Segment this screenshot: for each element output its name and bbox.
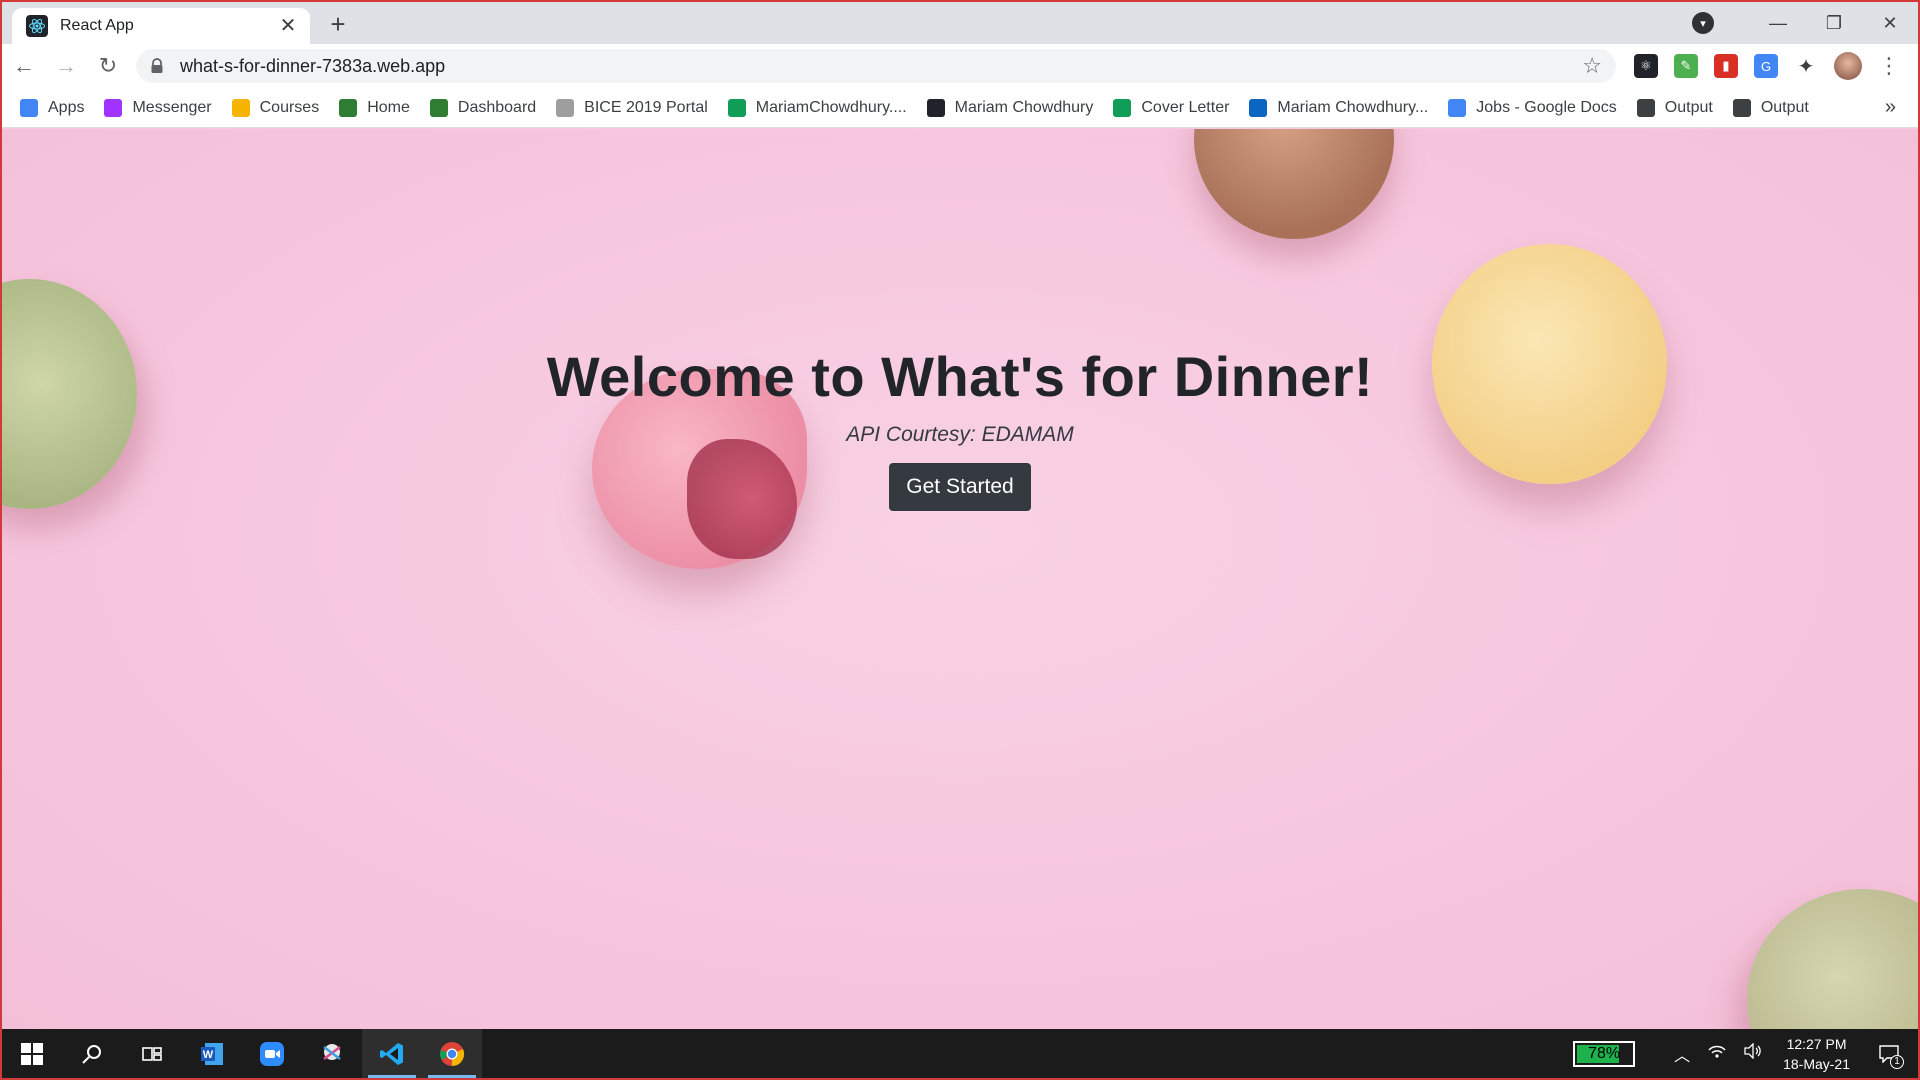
- page-title: Welcome to What's for Dinner!: [546, 345, 1374, 408]
- windows-taskbar: W 78% ︿ 12:27 PM 18-May-21 1: [2, 1029, 1918, 1078]
- notification-count: 1: [1890, 1054, 1904, 1069]
- globe-icon: [1732, 98, 1751, 117]
- get-started-button[interactable]: Get Started: [889, 463, 1031, 511]
- extensions-area: ⚛ ✎ ▮ G ✦ ⋮: [1634, 52, 1900, 80]
- bookmark-item[interactable]: Messenger: [104, 98, 212, 117]
- bookmark-item[interactable]: Home: [339, 98, 410, 117]
- tab-title: React App: [60, 17, 134, 34]
- system-tray: 78% ︿ 12:27 PM 18-May-21 1: [1573, 1029, 1918, 1078]
- window-controls: ▾ — ❐ ✕: [1692, 2, 1918, 44]
- google-drive-icon: [1113, 98, 1132, 117]
- bookmark-label: MariamChowdhury....: [755, 98, 907, 116]
- svg-text:W: W: [203, 1049, 214, 1061]
- bookmark-item[interactable]: Dashboard: [429, 98, 537, 117]
- volume-icon[interactable]: [1744, 1042, 1762, 1064]
- close-window-button[interactable]: ✕: [1862, 2, 1918, 44]
- bookmark-label: Messenger: [132, 98, 212, 116]
- shield-icon: [429, 98, 448, 117]
- battery-indicator[interactable]: 78%: [1573, 1040, 1636, 1067]
- api-credit-text: API Courtesy: EDAMAM: [846, 423, 1074, 446]
- puzzle-extensions-icon[interactable]: ✦: [1794, 54, 1818, 78]
- bookmark-label: Apps: [48, 98, 85, 116]
- bookmark-label: Jobs - Google Docs: [1476, 98, 1617, 116]
- bookmark-label: BICE 2019 Portal: [584, 98, 708, 116]
- bookmark-item[interactable]: Output: [1732, 98, 1809, 117]
- hero-section: Welcome to What's for Dinner! API Courte…: [2, 344, 1918, 511]
- google-drive-icon: [727, 98, 746, 117]
- react-devtools-icon[interactable]: ⚛: [1634, 54, 1658, 78]
- word-icon[interactable]: W: [182, 1029, 242, 1078]
- clock-date: 18-May-21: [1783, 1055, 1850, 1072]
- bookmark-label: Mariam Chowdhury...: [1277, 98, 1429, 116]
- bookmark-item[interactable]: Output: [1636, 98, 1713, 117]
- bookmark-label: Dashboard: [457, 98, 537, 116]
- reload-button[interactable]: ↻: [88, 46, 128, 86]
- search-icon[interactable]: [62, 1029, 122, 1078]
- screen: React App ✕ + ▾ — ❐ ✕ ← → ↻ what-s-for-d…: [0, 0, 1920, 1080]
- page-content: Welcome to What's for Dinner! API Courte…: [2, 129, 1918, 1031]
- snipping-tool-icon[interactable]: [302, 1029, 362, 1078]
- address-bar[interactable]: what-s-for-dinner-7383a.web.app ☆: [136, 49, 1616, 83]
- browser-toolbar: ← → ↻ what-s-for-dinner-7383a.web.app ☆ …: [2, 44, 1918, 88]
- notifications-icon[interactable]: 1: [1872, 1037, 1906, 1071]
- bookmark-label: Cover Letter: [1141, 98, 1230, 116]
- bookmark-item[interactable]: MariamChowdhury....: [727, 98, 907, 117]
- bookmark-star-icon[interactable]: ☆: [1582, 53, 1602, 79]
- linkedin-icon: [1249, 98, 1268, 117]
- apps-grid-icon: [20, 98, 38, 117]
- vscode-icon[interactable]: [362, 1029, 422, 1078]
- macaron-image: [1194, 129, 1394, 239]
- bookmark-label: Output: [1760, 98, 1809, 116]
- classroom-icon: [231, 98, 250, 117]
- translate-extension-icon[interactable]: G: [1754, 54, 1778, 78]
- new-tab-button[interactable]: +: [320, 6, 356, 42]
- shield-icon: [339, 98, 358, 117]
- bookmark-label: Mariam Chowdhury: [954, 98, 1094, 116]
- bookmark-item[interactable]: BICE 2019 Portal: [556, 98, 708, 117]
- battery-percent: 78%: [1588, 1044, 1621, 1062]
- react-icon: [926, 98, 945, 117]
- react-icon: [26, 15, 48, 37]
- clock-time: 12:27 PM: [1786, 1035, 1847, 1052]
- chevron-down-icon[interactable]: ▾: [1692, 12, 1714, 34]
- zoom-icon[interactable]: [242, 1029, 302, 1078]
- forward-button[interactable]: →: [46, 46, 86, 86]
- url-text[interactable]: what-s-for-dinner-7383a.web.app: [180, 56, 1582, 77]
- chrome-icon[interactable]: [422, 1029, 482, 1078]
- bookmark-item[interactable]: Apps: [20, 98, 85, 117]
- bookmark-label: Courses: [259, 98, 320, 116]
- bookmark-item[interactable]: Jobs - Google Docs: [1448, 98, 1617, 117]
- google-docs-icon: [1448, 98, 1467, 117]
- profile-avatar[interactable]: [1834, 52, 1862, 80]
- tab-strip: React App ✕ + ▾ — ❐ ✕: [2, 2, 1918, 44]
- chevron-up-icon[interactable]: ︿: [1674, 1042, 1690, 1066]
- browser-menu-icon[interactable]: ⋮: [1878, 53, 1900, 79]
- back-button[interactable]: ←: [4, 46, 44, 86]
- bookmark-label: Home: [367, 98, 410, 116]
- pdf-extension-icon[interactable]: ▮: [1714, 54, 1738, 78]
- bookmark-label: Output: [1664, 98, 1713, 116]
- close-tab-icon[interactable]: ✕: [276, 14, 300, 38]
- bookmark-item[interactable]: Mariam Chowdhury...: [1249, 98, 1429, 117]
- task-view-icon[interactable]: [122, 1029, 182, 1078]
- globe-icon: [1636, 98, 1655, 117]
- start-icon[interactable]: [2, 1029, 62, 1078]
- bookmark-item[interactable]: Mariam Chowdhury: [926, 98, 1094, 117]
- lock-icon: [150, 58, 164, 74]
- bookmark-item[interactable]: Cover Letter: [1113, 98, 1230, 117]
- portal-icon: [556, 98, 575, 117]
- eyedropper-extension-icon[interactable]: ✎: [1674, 54, 1698, 78]
- macaron-image: [1747, 889, 1918, 1031]
- messenger-icon: [104, 98, 123, 117]
- bookmarks-overflow-icon[interactable]: »: [1885, 96, 1896, 119]
- clock[interactable]: 12:27 PM 18-May-21: [1783, 1034, 1850, 1074]
- browser-tab[interactable]: React App ✕: [12, 8, 310, 44]
- bookmarks-bar: Apps Messenger Courses Home Dashboard BICE 20…: [2, 88, 1918, 128]
- minimize-button[interactable]: —: [1750, 2, 1806, 44]
- bookmark-item[interactable]: Courses: [231, 98, 320, 117]
- restore-button[interactable]: ❐: [1806, 2, 1862, 44]
- wifi-icon[interactable]: [1708, 1043, 1726, 1064]
